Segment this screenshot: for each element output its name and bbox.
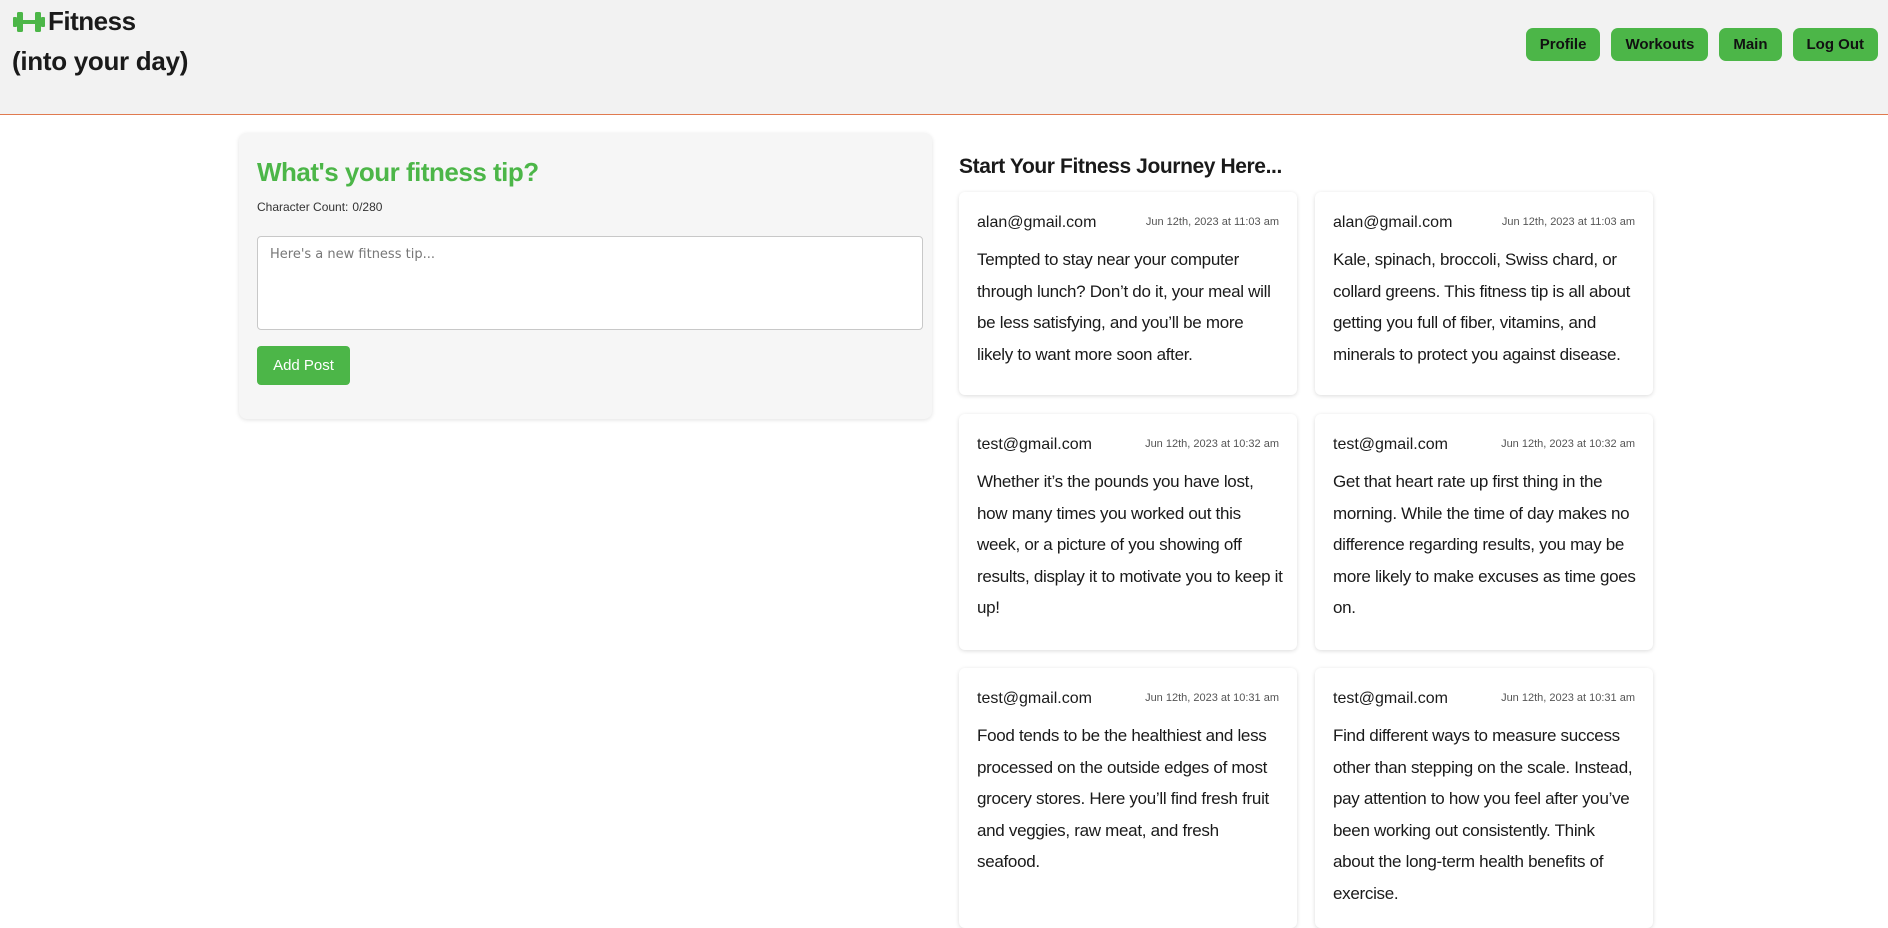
brand[interactable]: Fitness (into your day) [12,6,188,77]
top-header: Fitness (into your day) Profile Workouts… [0,0,1888,115]
post-timestamp: Jun 12th, 2023 at 11:03 am [1145,216,1279,228]
add-post-button[interactable]: Add Post [257,346,350,385]
post-card: alan@gmail.com Jun 12th, 2023 at 11:03 a… [1315,192,1653,395]
post-timestamp: Jun 12th, 2023 at 10:32 am [1501,438,1635,450]
dumbbell-icon [13,11,45,32]
tip-input[interactable] [257,236,923,330]
post-card: test@gmail.com Jun 12th, 2023 at 10:32 a… [1315,414,1653,650]
post-author[interactable]: test@gmail.com [1333,690,1448,708]
post-timestamp: Jun 12th, 2023 at 10:31 am [1501,692,1635,704]
character-count: Character Count: 0/280 [257,200,382,214]
post-card: test@gmail.com Jun 12th, 2023 at 10:31 a… [959,668,1297,928]
post-text: Kale, spinach, broccoli, Swiss chard, or… [1333,250,1631,364]
brand-name: Fitness [48,6,136,36]
top-nav: Profile Workouts Main Log Out [1525,28,1878,61]
brand-tagline: (into your day) [12,46,189,76]
post-card: alan@gmail.com Jun 12th, 2023 at 11:03 a… [959,192,1297,395]
post-text: Tempted to stay near your computer throu… [977,250,1271,364]
workouts-button[interactable]: Workouts [1611,28,1709,61]
post-author[interactable]: test@gmail.com [977,690,1092,708]
post-timestamp: Jun 12th, 2023 at 11:03 am [1501,216,1635,228]
post-text: Find different ways to measure success o… [1333,726,1633,903]
post-author[interactable]: alan@gmail.com [977,214,1096,232]
post-author[interactable]: alan@gmail.com [1333,214,1452,232]
post-text: Food tends to be the healthiest and less… [977,726,1269,871]
post-text: Whether it’s the pounds you have lost, h… [977,472,1283,617]
main-button[interactable]: Main [1719,28,1782,61]
character-count-value: 0/280 [352,200,383,214]
profile-button[interactable]: Profile [1525,28,1601,61]
post-card: test@gmail.com Jun 12th, 2023 at 10:31 a… [1315,668,1653,928]
post-author[interactable]: test@gmail.com [1333,436,1448,454]
character-count-label: Character Count: [257,200,349,214]
feed-title: Start Your Fitness Journey Here... [959,155,1282,178]
post-text: Get that heart rate up first thing in th… [1333,472,1636,617]
post-timestamp: Jun 12th, 2023 at 10:32 am [1145,438,1279,450]
post-author[interactable]: test@gmail.com [977,436,1092,454]
post-timestamp: Jun 12th, 2023 at 10:31 am [1145,692,1279,704]
log-out-button[interactable]: Log Out [1792,28,1878,61]
tip-composer: What's your fitness tip? Character Count… [239,133,932,419]
post-card: test@gmail.com Jun 12th, 2023 at 10:32 a… [959,414,1297,650]
composer-title: What's your fitness tip? [257,157,539,187]
